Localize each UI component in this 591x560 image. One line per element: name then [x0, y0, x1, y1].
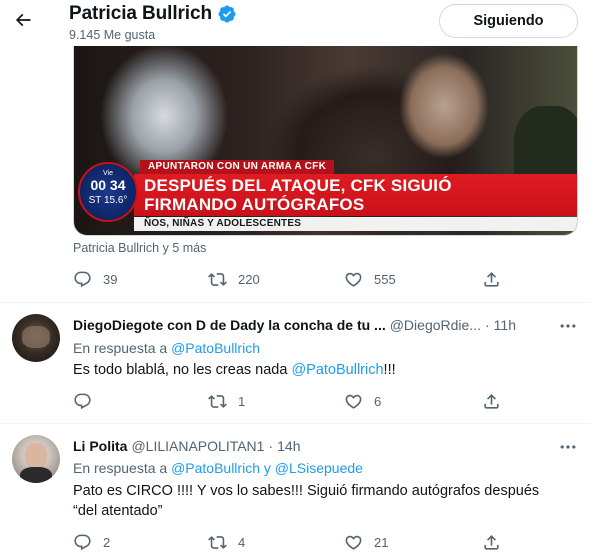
retweet-count: 1	[238, 394, 246, 409]
tweet-text: Pato es CIRCO !!!! Y vos lo sabes!!! Sig…	[73, 481, 573, 521]
retweet-button[interactable]: 1	[208, 392, 344, 411]
share-icon	[484, 394, 499, 409]
like-count: 6	[374, 394, 382, 409]
tweet-header: DiegoDiegote con D de Dady la concha de …	[73, 317, 516, 333]
mention-link[interactable]: @PatoBullrich	[291, 362, 383, 378]
reply-context-prefix: En respuesta a	[73, 460, 172, 476]
heart-icon	[345, 394, 362, 409]
separator-dot: ·	[268, 438, 274, 454]
profile-likes-count: 9.145 Me gusta	[69, 28, 156, 42]
share-icon	[484, 535, 499, 550]
reply-context-prefix: En respuesta a	[73, 340, 172, 356]
share-icon	[484, 272, 499, 287]
tweet-author-name[interactable]: Li Polita	[73, 438, 127, 454]
following-button[interactable]: Siguiendo	[439, 4, 578, 38]
avatar[interactable]	[12, 314, 60, 362]
arrow-left-icon	[15, 13, 31, 27]
mention-link[interactable]: @PatoBullrich	[171, 340, 260, 356]
reply-icon	[74, 393, 91, 410]
news-clock-day: Vie	[103, 170, 113, 177]
avatar-figure	[22, 326, 50, 348]
retweet-icon	[208, 395, 227, 408]
retweet-icon	[208, 536, 227, 549]
tweet-text-line: “del atentado”	[73, 503, 163, 519]
reply-count: 2	[103, 535, 111, 550]
mention-link[interactable]: @PatoBullrich	[171, 460, 260, 476]
news-clock-temp: ST 15.6°	[88, 195, 128, 206]
mention-link[interactable]: @LSisepuede	[275, 460, 363, 476]
reply-context: En respuesta a @PatoBullrich	[73, 340, 260, 356]
tweet-text-part: !!!	[383, 362, 396, 378]
reply-context: En respuesta a @PatoBullrich y @LSisepue…	[73, 460, 363, 476]
tweet-actions: 1 6	[73, 392, 501, 411]
tweet-text-part: Es todo blablá, no les creas nada	[73, 362, 292, 378]
reply-icon	[74, 271, 91, 288]
avatar-body	[20, 467, 52, 483]
tweet-timestamp[interactable]: 11h	[494, 317, 516, 333]
like-button[interactable]: 6	[344, 392, 482, 411]
tweet-actions: 39 220 555	[73, 270, 501, 289]
like-button[interactable]: 21	[344, 533, 482, 552]
reply-icon	[74, 534, 91, 551]
avatar-face	[25, 443, 47, 469]
reply-count: 39	[103, 272, 118, 287]
retweet-icon	[208, 273, 227, 286]
reply-context-join: y	[259, 460, 275, 476]
profile-header: Patricia Bullrich 9.145 Me gusta Siguien…	[0, 0, 591, 46]
like-button[interactable]: 555	[344, 270, 482, 289]
tweet-author-handle[interactable]: @LILIANAPOLITAN1	[131, 438, 264, 454]
news-band-top: APUNTARON CON UN ARMA A CFK	[140, 160, 335, 174]
share-button[interactable]	[482, 392, 501, 411]
retweet-count: 4	[238, 535, 246, 550]
news-headline-line-1: DESPUÉS DEL ATAQUE, CFK SIGUIÓ	[144, 176, 452, 195]
profile-name: Patricia Bullrich	[69, 3, 212, 24]
divider	[0, 423, 591, 424]
heart-icon	[345, 272, 362, 287]
reply-button[interactable]	[73, 392, 208, 411]
back-button[interactable]	[10, 5, 36, 35]
tweet-header: Li Polita @LILIANAPOLITAN1 · 14h	[73, 438, 300, 454]
like-count: 555	[374, 272, 396, 287]
like-count: 21	[374, 535, 389, 550]
retweet-button[interactable]: 4	[208, 533, 344, 552]
retweet-button[interactable]: 220	[208, 270, 344, 289]
reposted-by[interactable]: Patricia Bullrich y 5 más	[73, 241, 206, 255]
heart-icon	[345, 535, 362, 550]
tweet-author-name[interactable]: DiegoDiegote con D de Dady la concha de …	[73, 317, 386, 333]
tweet-text: Es todo blablá, no les creas nada @PatoB…	[73, 360, 573, 380]
more-icon[interactable]	[558, 316, 578, 336]
tweet-author-handle[interactable]: @DiegoRdie...	[390, 317, 481, 333]
reply-button[interactable]: 39	[73, 270, 208, 289]
divider	[0, 302, 591, 303]
share-button[interactable]	[482, 533, 501, 552]
verified-badge-icon	[218, 5, 236, 23]
news-clock: Vie 00 34 ST 15.6°	[78, 162, 138, 222]
tweet-video[interactable]: APUNTARON CON UN ARMA A CFK DESPUÉS DEL …	[73, 46, 578, 236]
tweet-timestamp[interactable]: 14h	[277, 438, 300, 454]
avatar[interactable]	[12, 435, 60, 483]
news-headline-line-2: FIRMANDO AUTÓGRAFOS	[144, 195, 365, 214]
tweet-actions: 2 4 21	[73, 533, 501, 552]
profile-name-row: Patricia Bullrich	[69, 3, 237, 25]
retweet-count: 220	[238, 272, 260, 287]
separator-dot: ·	[484, 317, 490, 333]
news-headline: DESPUÉS DEL ATAQUE, CFK SIGUIÓ FIRMANDO …	[144, 176, 452, 214]
news-lower-third: APUNTARON CON UN ARMA A CFK DESPUÉS DEL …	[74, 158, 577, 235]
tweet-text-line: Pato es CIRCO !!!! Y vos lo sabes!!! Sig…	[73, 483, 540, 499]
share-button[interactable]	[482, 270, 501, 289]
news-clock-time: 00 34	[90, 177, 126, 193]
reply-button[interactable]: 2	[73, 533, 208, 552]
more-icon[interactable]	[558, 437, 578, 457]
news-band-bottom: ÑOS, NIÑAS Y ADOLESCENTES	[134, 217, 577, 231]
